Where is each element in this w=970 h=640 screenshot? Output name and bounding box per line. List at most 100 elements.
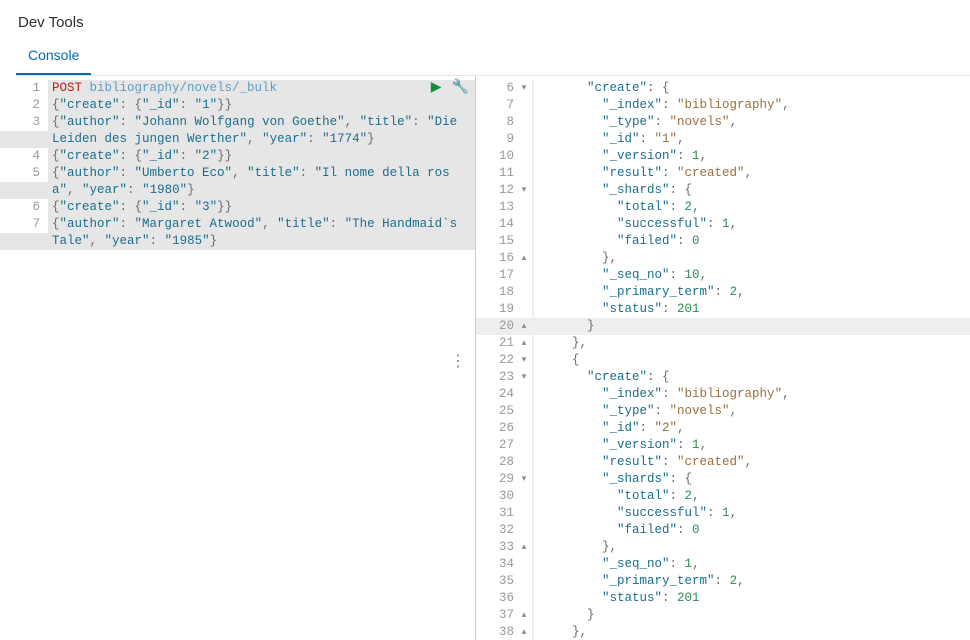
editor-line[interactable]: 7{"author": "Margaret Atwood", "title": … — [0, 216, 475, 250]
line-content: { — [536, 352, 970, 369]
response-line: 22▾ { — [476, 352, 970, 369]
line-number: 23 — [476, 369, 518, 386]
line-content: "result": "created", — [536, 165, 970, 182]
line-number: 12 — [476, 182, 518, 199]
fold-toggle-icon[interactable]: ▾ — [518, 182, 530, 199]
line-content[interactable]: {"create": {"_id": "1"}} — [48, 97, 475, 114]
request-editor[interactable]: ▶ 🔧 1POST bibliography/novels/_bulk2{"cr… — [0, 76, 476, 640]
response-line: 30 "total": 2, — [476, 488, 970, 505]
line-number: 35 — [476, 573, 518, 590]
console-panels: ▶ 🔧 1POST bibliography/novels/_bulk2{"cr… — [0, 76, 970, 640]
line-content: "_primary_term": 2, — [536, 284, 970, 301]
fold-toggle-icon[interactable]: ▾ — [518, 80, 530, 97]
line-content: "_seq_no": 1, — [536, 556, 970, 573]
line-number: 28 — [476, 454, 518, 471]
page-title: Dev Tools — [0, 0, 970, 39]
line-content: "_version": 1, — [536, 437, 970, 454]
line-content: }, — [536, 335, 970, 352]
fold-spacer — [518, 148, 530, 165]
line-content[interactable]: {"author": "Umberto Eco", "title": "Il n… — [48, 165, 475, 199]
line-content: } — [536, 318, 970, 335]
line-number: 15 — [476, 233, 518, 250]
editor-line[interactable]: 6{"create": {"_id": "3"}} — [0, 199, 475, 216]
line-number: 29 — [476, 471, 518, 488]
fold-toggle-icon[interactable]: ▾ — [518, 352, 530, 369]
response-line: 11 "result": "created", — [476, 165, 970, 182]
line-content: "successful": 1, — [536, 505, 970, 522]
fold-toggle-icon[interactable]: ▴ — [518, 335, 530, 352]
line-content[interactable]: {"create": {"_id": "3"}} — [48, 199, 475, 216]
fold-spacer — [518, 165, 530, 182]
fold-spacer — [518, 505, 530, 522]
line-number: 37 — [476, 607, 518, 624]
line-content: "create": { — [536, 369, 970, 386]
fold-spacer — [518, 267, 530, 284]
response-line: 28 "result": "created", — [476, 454, 970, 471]
line-number: 13 — [476, 199, 518, 216]
fold-toggle-icon[interactable]: ▴ — [518, 624, 530, 640]
line-number: 30 — [476, 488, 518, 505]
request-toolbar: ▶ 🔧 — [431, 80, 469, 97]
line-content: "_id": "2", — [536, 420, 970, 437]
line-content: "create": { — [536, 80, 970, 97]
fold-toggle-icon[interactable]: ▾ — [518, 369, 530, 386]
tab-console[interactable]: Console — [16, 39, 91, 75]
line-number: 6 — [0, 199, 48, 216]
line-number: 32 — [476, 522, 518, 539]
line-number: 34 — [476, 556, 518, 573]
line-content: "_primary_term": 2, — [536, 573, 970, 590]
response-line: 18 "_primary_term": 2, — [476, 284, 970, 301]
fold-toggle-icon[interactable]: ▴ — [518, 318, 530, 335]
fold-spacer — [518, 301, 530, 318]
line-content[interactable]: {"author": "Johann Wolfgang von Goethe",… — [48, 114, 475, 148]
fold-spacer — [518, 573, 530, 590]
line-number: 1 — [0, 80, 48, 97]
panel-resize-handle[interactable]: ⋮ — [450, 351, 466, 371]
line-content[interactable]: POST bibliography/novels/_bulk — [48, 80, 475, 97]
editor-line[interactable]: 1POST bibliography/novels/_bulk — [0, 80, 475, 97]
line-number: 8 — [476, 114, 518, 131]
fold-spacer — [518, 522, 530, 539]
line-number: 38 — [476, 624, 518, 640]
editor-line[interactable]: 2{"create": {"_id": "1"}} — [0, 97, 475, 114]
line-number: 10 — [476, 148, 518, 165]
line-content[interactable]: {"create": {"_id": "2"}} — [48, 148, 475, 165]
response-line: 21▴ }, — [476, 335, 970, 352]
fold-spacer — [518, 284, 530, 301]
response-line: 23▾ "create": { — [476, 369, 970, 386]
fold-toggle-icon[interactable]: ▴ — [518, 250, 530, 267]
editor-line[interactable]: 5{"author": "Umberto Eco", "title": "Il … — [0, 165, 475, 199]
editor-line[interactable]: 4{"create": {"_id": "2"}} — [0, 148, 475, 165]
play-icon[interactable]: ▶ — [431, 80, 442, 97]
response-line: 13 "total": 2, — [476, 199, 970, 216]
fold-spacer — [518, 403, 530, 420]
fold-spacer — [518, 556, 530, 573]
line-number: 18 — [476, 284, 518, 301]
response-line: 12▾ "_shards": { — [476, 182, 970, 199]
response-line: 25 "_type": "novels", — [476, 403, 970, 420]
line-content: "_shards": { — [536, 471, 970, 488]
line-content: "successful": 1, — [536, 216, 970, 233]
line-content[interactable]: {"author": "Margaret Atwood", "title": "… — [48, 216, 475, 250]
line-content: } — [536, 607, 970, 624]
line-content: }, — [536, 539, 970, 556]
fold-spacer — [518, 114, 530, 131]
wrench-icon[interactable]: 🔧 — [452, 80, 469, 97]
line-number: 5 — [0, 165, 48, 182]
fold-spacer — [518, 97, 530, 114]
fold-spacer — [518, 131, 530, 148]
response-line: 27 "_version": 1, — [476, 437, 970, 454]
response-line: 26 "_id": "2", — [476, 420, 970, 437]
line-number: 36 — [476, 590, 518, 607]
response-viewer[interactable]: 6▾ "create": {7 "_index": "bibliography"… — [476, 76, 970, 640]
fold-toggle-icon[interactable]: ▾ — [518, 471, 530, 488]
line-number: 25 — [476, 403, 518, 420]
line-number: 3 — [0, 114, 48, 131]
fold-toggle-icon[interactable]: ▴ — [518, 539, 530, 556]
line-content: "total": 2, — [536, 488, 970, 505]
line-number: 9 — [476, 131, 518, 148]
fold-toggle-icon[interactable]: ▴ — [518, 607, 530, 624]
line-number: 11 — [476, 165, 518, 182]
line-content: }, — [536, 250, 970, 267]
editor-line[interactable]: 3{"author": "Johann Wolfgang von Goethe"… — [0, 114, 475, 148]
